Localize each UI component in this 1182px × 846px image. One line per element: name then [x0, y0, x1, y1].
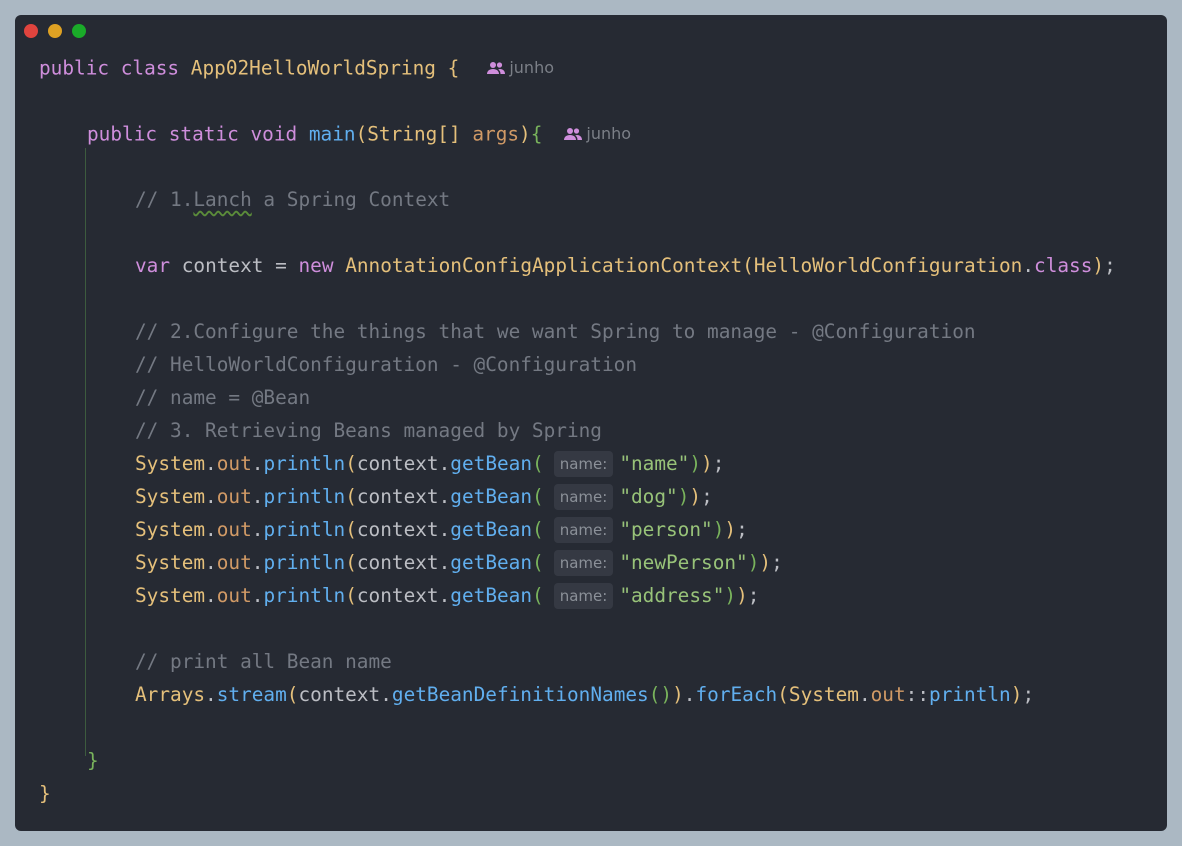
println-getbean-line: System.out.println(context.getBean(name:… [135, 517, 748, 543]
param-hint: name: [553, 484, 614, 510]
close-button[interactable] [24, 24, 38, 38]
class-closing-brace: } [39, 782, 51, 805]
code-editor[interactable]: public class App02HelloWorldSpring {junh… [39, 51, 1167, 831]
author-hint[interactable]: junho [564, 117, 631, 150]
users-icon [564, 127, 583, 140]
println-getbean-line: System.out.println(context.getBean(name:… [135, 550, 783, 576]
main-method-line: public static void main(String[] args){j… [87, 117, 631, 150]
param-hint: name: [553, 583, 614, 609]
indent-guide [85, 148, 86, 756]
maximize-button[interactable] [72, 24, 86, 38]
minimize-button[interactable] [48, 24, 62, 38]
users-icon [487, 61, 506, 74]
method-closing-brace: } [87, 749, 99, 772]
stream-line: Arrays.stream(context.getBeanDefinitionN… [135, 683, 1035, 706]
comment-line: // name = @Bean [135, 386, 311, 409]
comment-line: // 3. Retrieving Beans managed by Spring [135, 419, 602, 442]
typo-word: Lanch [193, 188, 252, 211]
println-getbean-line: System.out.println(context.getBean(name:… [135, 484, 713, 510]
param-hint: name: [553, 550, 614, 576]
class-declaration-line: public class App02HelloWorldSpring {junh… [39, 51, 554, 84]
println-getbean-line: System.out.println(context.getBean(name:… [135, 583, 760, 609]
window-controls [24, 24, 86, 38]
param-hint: name: [553, 451, 614, 477]
comment-line: // print all Bean name [135, 650, 392, 673]
context-line: var context = new AnnotationConfigApplic… [135, 254, 1116, 277]
param-hint: name: [553, 517, 614, 543]
comment-line: // 1.Lanch a Spring Context [135, 188, 451, 211]
comment-line: // 2.Configure the things that we want S… [135, 320, 976, 343]
println-getbean-line: System.out.println(context.getBean(name:… [135, 451, 725, 477]
comment-line: // HelloWorldConfiguration - @Configurat… [135, 353, 637, 376]
code-window: public class App02HelloWorldSpring {junh… [15, 15, 1167, 831]
author-hint[interactable]: junho [487, 51, 554, 84]
